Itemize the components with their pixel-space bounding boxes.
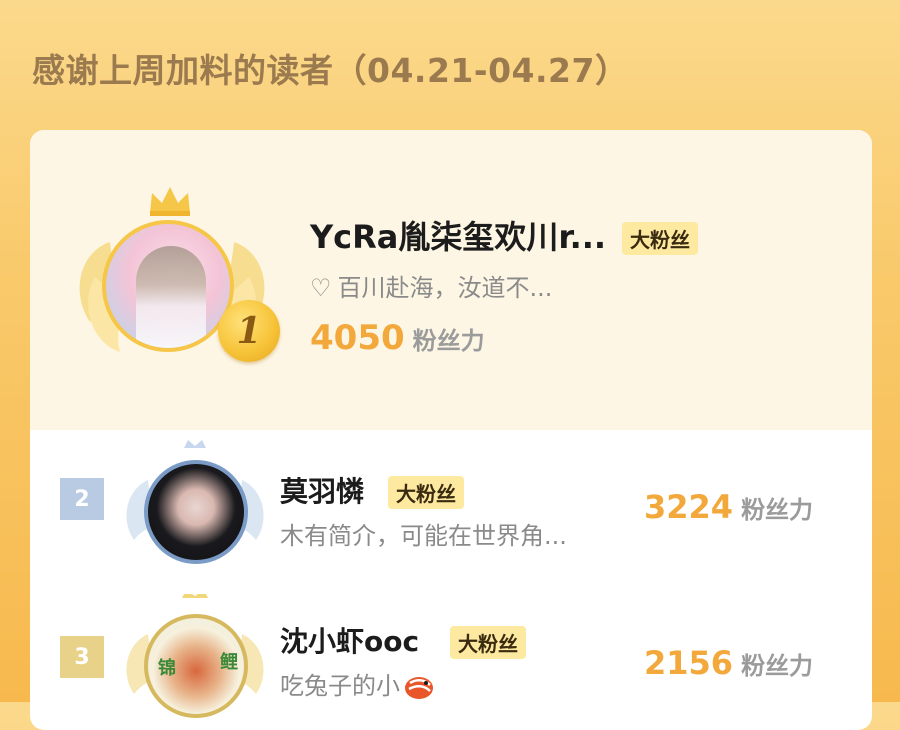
leaderboard-card: 1 YcRa胤柒玺欢川r... 大粉丝 ♡ 百川赴海，汝道不... 4050 粉丝力… xyxy=(30,130,872,730)
score-unit: 粉丝力 xyxy=(741,496,814,524)
rank-flag-icon: 3 xyxy=(60,636,104,678)
list-item[interactable]: 2 莫羽憐 大粉丝 木有简介，可能在世界角... 3224 粉丝力 xyxy=(30,430,872,580)
rank-flag-icon: 2 xyxy=(60,478,104,520)
avatar-text: 鲤 xyxy=(220,652,238,673)
reader-bio-text: 百川赴海，汝道不... xyxy=(337,274,553,302)
reader-bio: 吃兔子的小 xyxy=(280,666,436,701)
avatar[interactable]: 锦 鲤 xyxy=(144,614,248,718)
reader-score: 3224 粉丝力 xyxy=(644,488,813,526)
fan-badge: 大粉丝 xyxy=(622,222,698,255)
crown-icon xyxy=(150,187,190,216)
reader-bio: ♡ 百川赴海，汝道不... xyxy=(310,268,552,303)
list-item[interactable]: 3 锦 鲤 沈小虾ooc 大粉丝 吃兔子的小 2156 粉丝力 xyxy=(30,580,872,730)
reader-bio: 木有简介，可能在世界角... xyxy=(280,522,567,550)
score-value: 4050 xyxy=(310,318,405,358)
fan-badge: 大粉丝 xyxy=(388,476,464,509)
medal-icon: 1 xyxy=(218,300,280,362)
fan-badge: 大粉丝 xyxy=(450,626,526,659)
avatar-text: 锦 xyxy=(158,658,176,679)
top-reader-section[interactable]: 1 YcRa胤柒玺欢川r... 大粉丝 ♡ 百川赴海，汝道不... 4050 粉丝力 xyxy=(30,130,872,430)
avatar[interactable] xyxy=(102,220,234,352)
reader-bio-text: 吃兔子的小 xyxy=(280,672,400,700)
score-value: 3224 xyxy=(644,488,734,526)
score-unit: 粉丝力 xyxy=(412,327,485,355)
heart-icon: ♡ xyxy=(310,274,332,302)
score-unit: 粉丝力 xyxy=(741,652,814,680)
reader-name[interactable]: 莫羽憐 xyxy=(280,470,364,510)
shrimp-icon xyxy=(405,677,433,699)
reader-score: 2156 粉丝力 xyxy=(644,644,813,682)
page-title: 感谢上周加料的读者（04.21-04.27） xyxy=(32,51,629,90)
reader-name[interactable]: YcRa胤柒玺欢川r... xyxy=(310,212,606,258)
reader-score: 4050 粉丝力 xyxy=(310,318,485,358)
avatar-figure xyxy=(136,246,206,348)
score-value: 2156 xyxy=(644,644,734,682)
avatar[interactable] xyxy=(144,460,248,564)
reader-name[interactable]: 沈小虾ooc xyxy=(280,620,419,660)
